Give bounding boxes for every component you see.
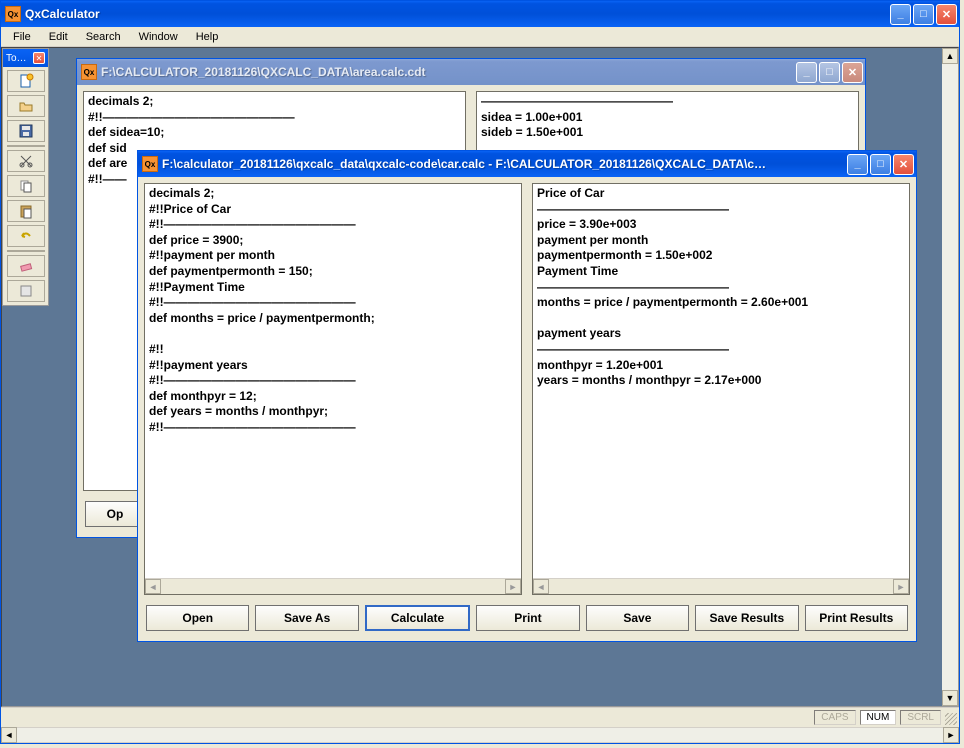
doc2-maximize-button[interactable]: □ bbox=[870, 154, 891, 175]
tool-open-button[interactable] bbox=[7, 95, 45, 117]
menu-window[interactable]: Window bbox=[131, 29, 186, 45]
open-button[interactable]: Open bbox=[146, 605, 249, 631]
scroll-down-icon[interactable]: ▼ bbox=[942, 690, 958, 706]
doc2-input-hscroll[interactable]: ◄ ► bbox=[145, 578, 521, 594]
menu-edit[interactable]: Edit bbox=[41, 29, 76, 45]
status-caps: CAPS bbox=[814, 710, 855, 725]
eraser-icon bbox=[18, 258, 34, 274]
toolbox-title: To… bbox=[6, 53, 27, 64]
statusbar: CAPS NUM SCRL bbox=[1, 707, 959, 727]
save-disk-icon bbox=[18, 123, 34, 139]
toolbox-close-button[interactable]: ✕ bbox=[33, 52, 45, 64]
scissors-icon bbox=[18, 153, 34, 169]
doc1-open-button[interactable]: Op bbox=[85, 501, 145, 527]
doc2-output-hscroll[interactable]: ◄ ► bbox=[533, 578, 909, 594]
doc1-titlebar[interactable]: Qx F:\CALCULATOR_20181126\QXCALC_DATA\ar… bbox=[77, 59, 865, 85]
doc-icon: Qx bbox=[81, 64, 97, 80]
doc2-output-pane: Price of Car ———————————————— price = 3.… bbox=[532, 183, 910, 595]
tool-paste-button[interactable] bbox=[7, 200, 45, 222]
tool-undo-button[interactable] bbox=[7, 225, 45, 247]
menu-help[interactable]: Help bbox=[188, 29, 227, 45]
app-icon: Qx bbox=[5, 6, 21, 22]
doc2-body: decimals 2; #!!Price of Car #!!—————————… bbox=[138, 177, 916, 641]
scroll-right-icon[interactable]: ► bbox=[505, 579, 521, 594]
scroll-right-icon[interactable]: ► bbox=[893, 579, 909, 594]
scroll-right-icon[interactable]: ► bbox=[943, 727, 959, 743]
open-folder-icon bbox=[18, 98, 34, 114]
status-num: NUM bbox=[860, 710, 897, 725]
scroll-left-icon[interactable]: ◄ bbox=[145, 579, 161, 594]
square-icon bbox=[18, 283, 34, 299]
new-doc-icon bbox=[18, 73, 34, 89]
doc2-minimize-button[interactable]: _ bbox=[847, 154, 868, 175]
save-results-button[interactable]: Save Results bbox=[695, 605, 798, 631]
status-scrl: SCRL bbox=[900, 710, 941, 725]
copy-icon bbox=[18, 178, 34, 194]
toolbox-titlebar: To… ✕ bbox=[3, 49, 48, 67]
doc1-minimize-button[interactable]: _ bbox=[796, 62, 817, 83]
doc1-maximize-button[interactable]: □ bbox=[819, 62, 840, 83]
doc1-title: F:\CALCULATOR_20181126\QXCALC_DATA\area.… bbox=[101, 65, 796, 79]
main-titlebar: Qx QxCalculator _ □ ✕ bbox=[1, 1, 959, 27]
print-results-button[interactable]: Print Results bbox=[805, 605, 908, 631]
tool-clear-button[interactable] bbox=[7, 255, 45, 277]
tool-misc-button[interactable] bbox=[7, 280, 45, 302]
doc-car-window: Qx F:\calculator_20181126\qxcalc_data\qx… bbox=[137, 150, 917, 642]
scroll-left-icon[interactable]: ◄ bbox=[1, 727, 17, 743]
calculate-button[interactable]: Calculate bbox=[365, 605, 470, 631]
main-window: Qx QxCalculator _ □ ✕ File Edit Search W… bbox=[0, 0, 960, 744]
tool-copy-button[interactable] bbox=[7, 175, 45, 197]
app-title: QxCalculator bbox=[25, 7, 890, 21]
doc2-input-text[interactable]: decimals 2; #!!Price of Car #!!—————————… bbox=[145, 184, 521, 578]
tool-save-button[interactable] bbox=[7, 120, 45, 142]
doc-icon: Qx bbox=[142, 156, 158, 172]
doc2-titlebar[interactable]: Qx F:\calculator_20181126\qxcalc_data\qx… bbox=[138, 151, 916, 177]
maximize-button[interactable]: □ bbox=[913, 4, 934, 25]
minimize-button[interactable]: _ bbox=[890, 4, 911, 25]
tool-separator bbox=[7, 250, 45, 252]
toolbox: To… ✕ bbox=[2, 48, 49, 306]
doc2-title: F:\calculator_20181126\qxcalc_data\qxcal… bbox=[162, 157, 847, 171]
doc2-output-text: Price of Car ———————————————— price = 3.… bbox=[533, 184, 909, 578]
mdi-area: To… ✕ bbox=[1, 47, 959, 707]
main-hscroll[interactable]: ◄ ► bbox=[1, 727, 959, 743]
mdi-vscroll[interactable]: ▲ ▼ bbox=[942, 48, 958, 706]
tool-separator bbox=[7, 145, 45, 147]
scroll-left-icon[interactable]: ◄ bbox=[533, 579, 549, 594]
menubar: File Edit Search Window Help bbox=[1, 27, 959, 47]
tool-new-button[interactable] bbox=[7, 70, 45, 92]
undo-icon bbox=[18, 228, 34, 244]
doc2-close-button[interactable]: ✕ bbox=[893, 154, 914, 175]
paste-icon bbox=[18, 203, 34, 219]
doc2-input-pane: decimals 2; #!!Price of Car #!!—————————… bbox=[144, 183, 522, 595]
menu-file[interactable]: File bbox=[5, 29, 39, 45]
menu-search[interactable]: Search bbox=[78, 29, 129, 45]
print-button[interactable]: Print bbox=[476, 605, 579, 631]
tool-cut-button[interactable] bbox=[7, 150, 45, 172]
close-button[interactable]: ✕ bbox=[936, 4, 957, 25]
scroll-up-icon[interactable]: ▲ bbox=[942, 48, 958, 64]
resize-grip[interactable] bbox=[945, 713, 957, 725]
doc1-close-button[interactable]: ✕ bbox=[842, 62, 863, 83]
doc2-button-row: Open Save As Calculate Print Save Save R… bbox=[144, 601, 910, 635]
save-as-button[interactable]: Save As bbox=[255, 605, 358, 631]
save-button[interactable]: Save bbox=[586, 605, 689, 631]
